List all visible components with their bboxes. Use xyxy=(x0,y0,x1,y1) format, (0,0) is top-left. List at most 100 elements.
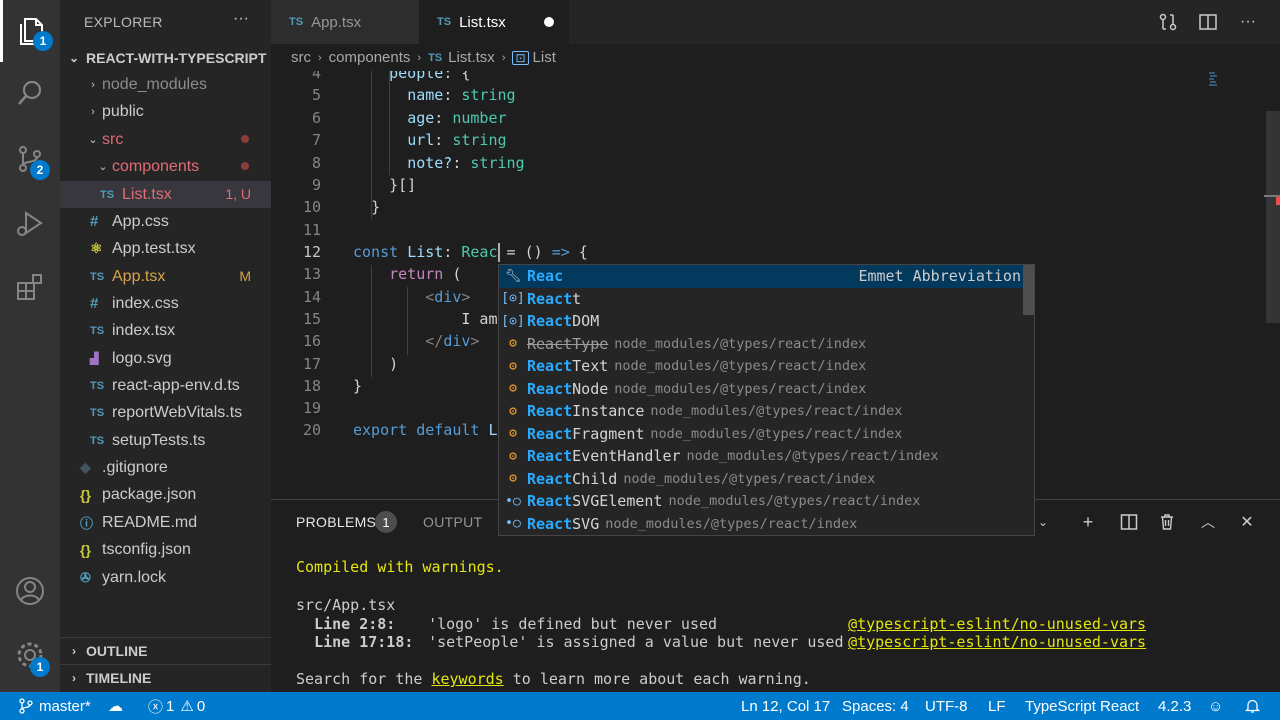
suggestion-item[interactable]: ⚙ React Instance node_modules/@types/reac… xyxy=(499,400,1034,423)
timeline-section-header[interactable]: › TIMELINE xyxy=(60,664,271,691)
maximize-panel-button[interactable]: ︿ xyxy=(1196,510,1220,534)
breadcrumb-symbol[interactable]: List xyxy=(533,49,556,66)
code-line: } xyxy=(353,198,380,216)
suggestion-detail: Emmet Abbreviation xyxy=(858,267,1021,286)
suggestion-item[interactable]: ⚙ React Node node_modules/@types/react/in… xyxy=(499,378,1034,401)
tree-label: App.test.tsx xyxy=(112,239,196,257)
suggestion-item[interactable]: 🔧︎ Reac Emmet Abbreviation xyxy=(499,265,1034,288)
suggestion-item[interactable]: ⚙ React Type node_modules/@types/react/in… xyxy=(499,333,1034,356)
suggestion-item[interactable]: •○ React SVG node_modules/@types/react/in… xyxy=(499,513,1034,536)
open-changes-button[interactable] xyxy=(1156,10,1180,34)
project-section-header[interactable]: ⌄ REACT-WITH-TYPESCRIPT xyxy=(60,44,271,71)
extensions-activity[interactable] xyxy=(0,256,60,318)
split-terminal-button[interactable] xyxy=(1117,510,1141,534)
json-file-icon: {} xyxy=(80,486,91,503)
problems-status[interactable]: ⓧ 1 ⚠ 0 xyxy=(148,692,205,720)
wrench-icon: 🔧︎ xyxy=(504,268,522,284)
tree-file-gitignore[interactable]: ◆ .gitignore xyxy=(60,454,271,481)
kill-terminal-button[interactable] xyxy=(1155,510,1179,534)
accounts-activity[interactable] xyxy=(0,560,60,622)
close-panel-button[interactable]: ✕ xyxy=(1235,510,1259,534)
suggestion-item[interactable]: [⊙] React t xyxy=(499,288,1034,311)
explorer-more-button[interactable]: ··· xyxy=(233,10,249,28)
suggestion-item[interactable]: •○ React SVGElement node_modules/@types/r… xyxy=(499,490,1034,513)
typescript-file-icon: TS xyxy=(90,434,105,447)
tree-file-logo-svg[interactable]: ▟ logo.svg xyxy=(60,345,271,372)
new-terminal-button[interactable]: + xyxy=(1076,510,1100,534)
suggestion-item[interactable]: [⊙] React DOM xyxy=(499,310,1034,333)
sync-status[interactable]: ☁︎ xyxy=(108,692,123,720)
code-token: { xyxy=(569,243,588,261)
tree-file-index-css[interactable]: # index.css xyxy=(60,290,271,317)
code-token: } xyxy=(371,198,381,216)
tree-file-app-tsx[interactable]: TS App.tsx M xyxy=(60,263,271,290)
branch-status[interactable]: master* xyxy=(18,692,91,720)
tree-file-index-tsx[interactable]: TS index.tsx xyxy=(60,317,271,344)
tree-file-react-app-env[interactable]: TS react-app-env.d.ts xyxy=(60,372,271,399)
run-debug-activity[interactable] xyxy=(0,192,60,254)
chevron-down-icon: ⌄ xyxy=(1037,515,1049,529)
code-token: L xyxy=(488,421,498,439)
editor-more-button[interactable]: ··· xyxy=(1236,10,1260,34)
line-number: 5 xyxy=(311,86,321,104)
tree-file-app-css[interactable]: # App.css xyxy=(60,208,271,235)
notifications-status[interactable] xyxy=(1245,692,1260,720)
module-icon: [⊙] xyxy=(501,291,525,307)
encoding-status[interactable]: UTF-8 xyxy=(925,692,968,720)
source-control-activity[interactable]: 2 xyxy=(0,128,60,190)
typescript-version-status[interactable]: 4.2.3 xyxy=(1158,692,1191,720)
terminal-link[interactable]: @typescript-eslint/no-unused-vars xyxy=(848,615,1146,633)
tree-file-package-json[interactable]: {} package.json xyxy=(60,481,271,508)
tree-file-list-tsx[interactable]: TS List.tsx 1, U xyxy=(60,181,271,208)
editor-scrollbar[interactable] xyxy=(1266,111,1280,323)
search-activity[interactable] xyxy=(0,62,60,124)
suggestion-item[interactable]: ⚙ React Child node_modules/@types/react/i… xyxy=(499,468,1034,491)
tab-list-tsx[interactable]: TS List.tsx xyxy=(419,0,569,44)
terminal-text: 'logo' is defined but never used xyxy=(428,615,718,633)
outline-section-header[interactable]: › OUTLINE xyxy=(60,637,271,664)
variable-icon: ⚙ xyxy=(509,381,517,397)
unsaved-dot-icon[interactable] xyxy=(544,17,554,27)
breadcrumb-src[interactable]: src xyxy=(291,49,311,66)
manage-activity[interactable]: 1 xyxy=(0,624,60,686)
variable-icon: ⚙ xyxy=(509,336,517,352)
tree-file-yarn-lock[interactable]: ✇ yarn.lock xyxy=(60,564,271,591)
tree-folder-src[interactable]: ⌄ src xyxy=(60,126,271,153)
interface-icon: •○ xyxy=(505,516,521,532)
tree-file-readme[interactable]: ⓘ README.md xyxy=(60,509,271,536)
suggestion-item[interactable]: ⚙ React Fragment node_modules/@types/reac… xyxy=(499,423,1034,446)
modified-dot xyxy=(241,135,249,143)
run-debug-icon xyxy=(17,211,43,236)
tree-file-report-web-vitals[interactable]: TS reportWebVitals.ts xyxy=(60,399,271,426)
suggestion-item[interactable]: ⚙ React EventHandler node_modules/@types/… xyxy=(499,445,1034,468)
tab-app-tsx[interactable]: TS App.tsx xyxy=(271,0,419,44)
breadcrumb-file[interactable]: List.tsx xyxy=(448,49,495,66)
suggestion-item[interactable]: ⚙ React Text node_modules/@types/react/in… xyxy=(499,355,1034,378)
suggestion-rest: Fragment xyxy=(572,424,645,443)
terminal-text: 'setPeople' is assigned a value but neve… xyxy=(428,633,844,651)
language-mode-status[interactable]: TypeScript React xyxy=(1025,692,1139,720)
terminal-link[interactable]: @typescript-eslint/no-unused-vars xyxy=(848,633,1146,651)
code-token: < xyxy=(425,288,435,306)
split-editor-button[interactable] xyxy=(1196,10,1220,34)
suggest-scrollbar[interactable] xyxy=(1023,265,1034,315)
tree-folder-public[interactable]: › public xyxy=(60,98,271,125)
terminal-line: Line 17:18: 'setPeople' is assigned a val… xyxy=(296,633,1146,651)
terminal-link[interactable]: keywords xyxy=(431,670,503,688)
tab-problems[interactable]: PROBLEMS xyxy=(296,514,376,530)
terminal-line: src/App.tsx xyxy=(296,596,395,614)
typescript-file-icon: TS xyxy=(90,406,105,419)
minimap-icon[interactable] xyxy=(1208,71,1218,89)
feedback-status[interactable]: ☺ xyxy=(1208,692,1223,720)
explorer-activity[interactable]: 1 xyxy=(0,0,60,62)
tree-file-setup-tests[interactable]: TS setupTests.ts xyxy=(60,427,271,454)
tab-output[interactable]: OUTPUT xyxy=(423,514,482,530)
tree-file-app-test[interactable]: ⚛ App.test.tsx xyxy=(60,235,271,262)
eol-status[interactable]: LF xyxy=(988,692,1006,720)
tree-folder-node-modules[interactable]: › node_modules xyxy=(60,71,271,98)
tree-folder-components[interactable]: ⌄ components xyxy=(60,153,271,180)
cursor-position-status[interactable]: Ln 12, Col 17 xyxy=(741,692,830,720)
breadcrumb-components[interactable]: components xyxy=(329,49,411,66)
indentation-status[interactable]: Spaces: 4 xyxy=(842,692,909,720)
tree-file-tsconfig[interactable]: {} tsconfig.json xyxy=(60,536,271,563)
